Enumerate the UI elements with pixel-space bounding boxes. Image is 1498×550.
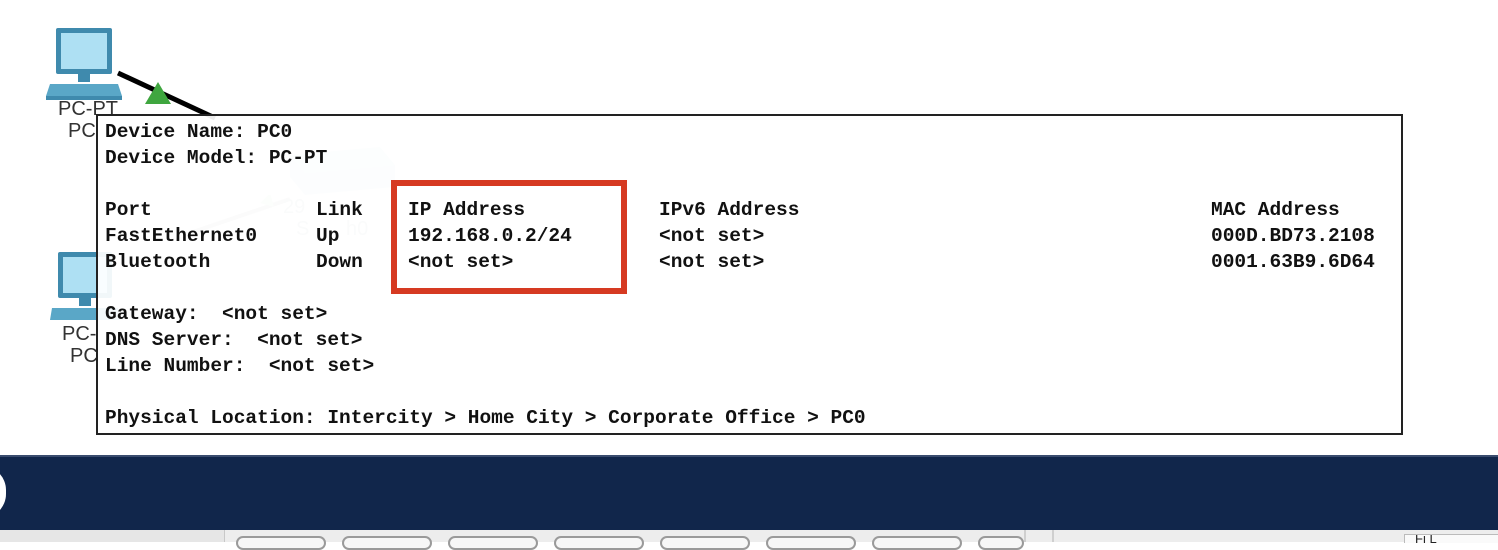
ipv6-address-cell: <not set>	[659, 251, 765, 273]
ip-address-highlight-box	[391, 180, 627, 294]
toolbar-button-7[interactable]	[872, 536, 962, 550]
dns-server-line: DNS Server: <not set>	[105, 329, 363, 351]
physical-location-line: Physical Location: Intercity > Home City…	[105, 407, 866, 429]
port-cell: FastEthernet0	[105, 225, 258, 247]
line-number-line: Line Number: <not set>	[105, 355, 375, 377]
ipv6-address-header: IPv6 Address	[659, 199, 800, 221]
topology-canvas[interactable]: PC-PT PC PC- PC 29 S h0 Device Name: PC0…	[0, 0, 1498, 455]
device-name-line: Device Name: PC0	[105, 121, 293, 143]
link-up-indicator-icon	[145, 82, 171, 104]
toolbar-separator	[1024, 530, 1026, 542]
toolbar-button-2[interactable]	[342, 536, 432, 550]
toolbar-button-8[interactable]	[978, 536, 1024, 550]
gateway-line: Gateway: <not set>	[105, 303, 328, 325]
toolbar-button-4[interactable]	[554, 536, 644, 550]
link-header: Link	[316, 199, 363, 221]
toolbar-button-3[interactable]	[448, 536, 538, 550]
mac-address-header: MAC Address	[1211, 199, 1340, 221]
toolbar-button-5[interactable]	[660, 536, 750, 550]
link-cell: Up	[316, 225, 340, 247]
toolbar-left-panel	[0, 530, 225, 542]
port-cell: Bluetooth	[105, 251, 211, 273]
ipv6-address-cell: <not set>	[659, 225, 765, 247]
pc-model-label: PC-	[62, 323, 97, 345]
port-header: Port	[105, 199, 152, 221]
toolbar-separator	[1052, 530, 1054, 542]
pc-name-label: PC	[70, 345, 98, 367]
pc-device-icon[interactable]	[44, 26, 124, 102]
toolbar-button-1[interactable]	[236, 536, 326, 550]
bottom-banner	[0, 455, 1498, 530]
pc-name-label: PC	[68, 120, 96, 142]
device-info-tooltip: Device Name: PC0 Device Model: PC-PT Por…	[96, 114, 1403, 435]
device-model-line: Device Model: PC-PT	[105, 147, 328, 169]
banner-top-edge	[0, 455, 1498, 457]
mac-address-cell: 0001.63B9.6D64	[1211, 251, 1375, 273]
link-cell: Down	[316, 251, 363, 273]
toolbar-button-6[interactable]	[766, 536, 856, 550]
mac-address-cell: 000D.BD73.2108	[1211, 225, 1375, 247]
